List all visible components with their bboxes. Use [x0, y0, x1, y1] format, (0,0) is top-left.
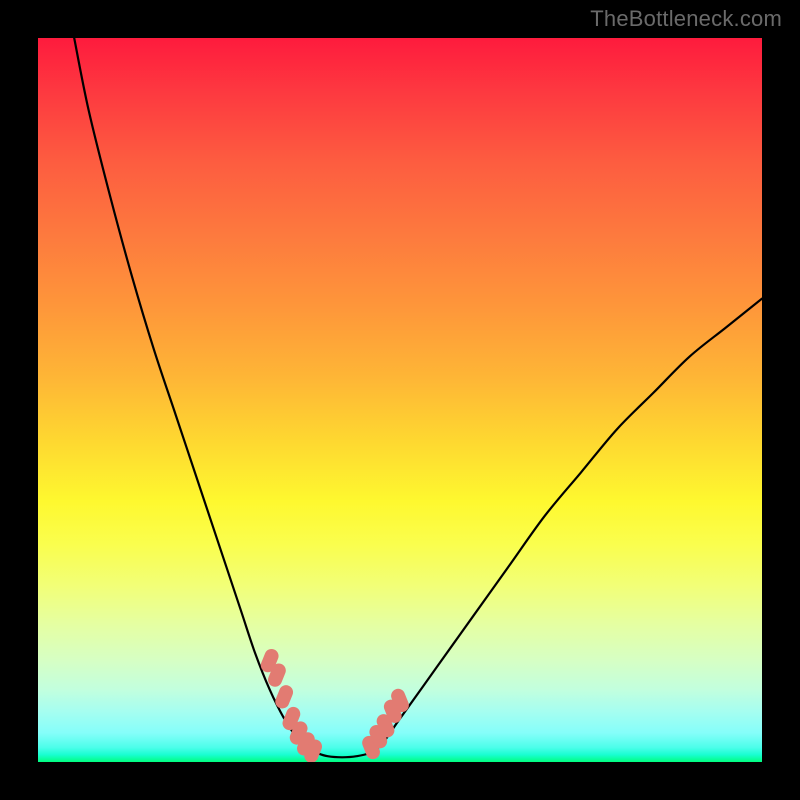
curve-group — [74, 38, 762, 757]
chart-frame: TheBottleneck.com — [0, 0, 800, 800]
watermark-text: TheBottleneck.com — [590, 6, 782, 32]
marker-group — [259, 647, 411, 762]
curve-canvas — [38, 38, 762, 762]
plot-area — [38, 38, 762, 762]
bottleneck-curve — [74, 38, 762, 757]
